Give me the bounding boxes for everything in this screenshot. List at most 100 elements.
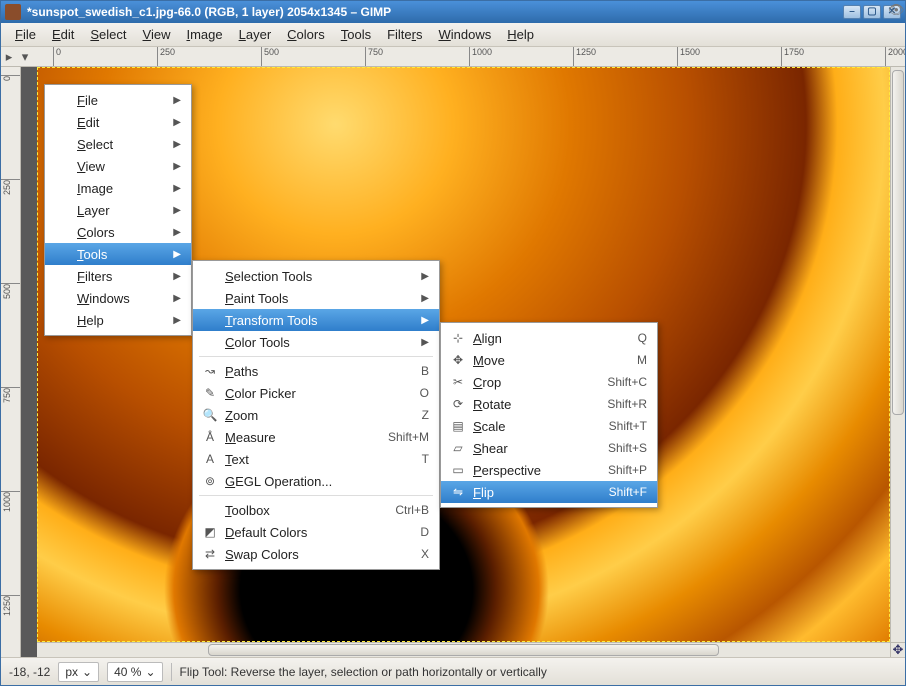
- scrollbar-horizontal[interactable]: [37, 642, 890, 657]
- chevron-right-icon: ▶: [421, 293, 429, 304]
- chevron-down-icon: ⌄: [82, 665, 92, 679]
- menu-item-move[interactable]: ✥MoveM: [441, 349, 657, 371]
- menu-item-image[interactable]: Image▶: [45, 177, 191, 199]
- chevron-right-icon: ▶: [173, 183, 181, 194]
- scroll-thumb-v[interactable]: [892, 70, 904, 415]
- context-menu-main: File▶Edit▶Select▶View▶Image▶Layer▶Colors…: [44, 84, 192, 336]
- menubar: File Edit Select View Image Layer Colors…: [1, 23, 905, 47]
- menu-view[interactable]: View: [135, 25, 179, 44]
- separator: [171, 663, 172, 681]
- zoom-icon: 🔍: [201, 408, 219, 422]
- chevron-right-icon: ▶: [421, 337, 429, 348]
- menu-filters[interactable]: Filters: [379, 25, 430, 44]
- menu-item-align[interactable]: ⊹AlignQ: [441, 327, 657, 349]
- menu-item-layer[interactable]: Layer▶: [45, 199, 191, 221]
- menu-item-zoom[interactable]: 🔍ZoomZ: [193, 404, 439, 426]
- menu-item-scale[interactable]: ▤ScaleShift+T: [441, 415, 657, 437]
- eye-icon[interactable]: 👁: [888, 2, 904, 16]
- menu-item-file[interactable]: File▶: [45, 89, 191, 111]
- crop-icon: ✂: [449, 375, 467, 389]
- maximize-button[interactable]: ▢: [863, 5, 881, 19]
- menu-item-help[interactable]: Help▶: [45, 309, 191, 331]
- gegl-operation--icon: ⊚: [201, 474, 219, 488]
- menu-item-colors[interactable]: Colors▶: [45, 221, 191, 243]
- menu-windows[interactable]: Windows: [431, 25, 500, 44]
- menu-tools[interactable]: Tools: [333, 25, 379, 44]
- chevron-right-icon: ▶: [421, 315, 429, 326]
- menu-item-crop[interactable]: ✂CropShift+C: [441, 371, 657, 393]
- menu-item-toolbox[interactable]: ToolboxCtrl+B: [193, 499, 439, 521]
- text-icon: A: [201, 452, 219, 466]
- menu-select[interactable]: Select: [82, 25, 134, 44]
- default-colors-icon: ◩: [201, 525, 219, 539]
- quickmask-icon[interactable]: ▸: [1, 47, 17, 66]
- menu-help[interactable]: Help: [499, 25, 542, 44]
- menu-item-edit[interactable]: Edit▶: [45, 111, 191, 133]
- menu-item-tools[interactable]: Tools▶: [45, 243, 191, 265]
- zoom-selector[interactable]: 40 %⌄: [107, 662, 162, 682]
- unit-selector[interactable]: px⌄: [58, 662, 99, 682]
- scale-icon: ▤: [449, 419, 467, 433]
- menu-item-windows[interactable]: Windows▶: [45, 287, 191, 309]
- scrollbar-vertical[interactable]: [890, 67, 905, 642]
- chevron-right-icon: ▶: [173, 293, 181, 304]
- menu-item-color-tools[interactable]: Color Tools▶: [193, 331, 439, 353]
- ruler-horizontal[interactable]: 025050075010001250150017502000: [33, 47, 905, 66]
- menu-item-gegl-operation-[interactable]: ⊚GEGL Operation...: [193, 470, 439, 492]
- context-menu-tools: Selection Tools▶Paint Tools▶Transform To…: [192, 260, 440, 570]
- chevron-right-icon: ▶: [173, 161, 181, 172]
- menu-item-measure[interactable]: ÅMeasureShift+M: [193, 426, 439, 448]
- chevron-right-icon: ▶: [421, 271, 429, 282]
- status-hint: Flip Tool: Reverse the layer, selection …: [180, 665, 547, 679]
- menu-item-perspective[interactable]: ▭PerspectiveShift+P: [441, 459, 657, 481]
- menu-item-swap-colors[interactable]: ⇄Swap ColorsX: [193, 543, 439, 565]
- menu-item-shear[interactable]: ▱ShearShift+S: [441, 437, 657, 459]
- titlebar[interactable]: *sunspot_swedish_c1.jpg-66.0 (RGB, 1 lay…: [1, 1, 905, 23]
- minimize-button[interactable]: –: [843, 5, 861, 19]
- chevron-right-icon: ▶: [173, 95, 181, 106]
- menu-file[interactable]: File: [7, 25, 44, 44]
- ruler-corner[interactable]: ▸ ▾: [1, 47, 33, 66]
- chevron-right-icon: ▶: [173, 271, 181, 282]
- menu-edit[interactable]: Edit: [44, 25, 82, 44]
- window-title: *sunspot_swedish_c1.jpg-66.0 (RGB, 1 lay…: [27, 5, 391, 19]
- menu-item-color-picker[interactable]: ✎Color PickerO: [193, 382, 439, 404]
- swap-colors-icon: ⇄: [201, 547, 219, 561]
- menu-colors[interactable]: Colors: [279, 25, 333, 44]
- menu-item-select[interactable]: Select▶: [45, 133, 191, 155]
- shear-icon: ▱: [449, 441, 467, 455]
- chevron-right-icon: ▶: [173, 249, 181, 260]
- menu-item-transform-tools[interactable]: Transform Tools▶: [193, 309, 439, 331]
- menu-item-view[interactable]: View▶: [45, 155, 191, 177]
- menu-item-text[interactable]: ATextT: [193, 448, 439, 470]
- chevron-right-icon: ▶: [173, 139, 181, 150]
- paths-icon: ↝: [201, 364, 219, 378]
- rotate-icon: ⟳: [449, 397, 467, 411]
- flip-icon: ⇋: [449, 485, 467, 499]
- chevron-right-icon: ▶: [173, 227, 181, 238]
- menu-image[interactable]: Image: [178, 25, 230, 44]
- move-icon: ✥: [449, 353, 467, 367]
- menu-dropdown-icon[interactable]: ▾: [17, 47, 33, 66]
- context-menu-transform: ⊹AlignQ✥MoveM✂CropShift+C⟳RotateShift+R▤…: [440, 322, 658, 508]
- chevron-right-icon: ▶: [173, 315, 181, 326]
- app-icon: [5, 4, 21, 20]
- status-coords: -18, -12: [9, 665, 50, 679]
- statusbar: -18, -12 px⌄ 40 %⌄ Flip Tool: Reverse th…: [1, 657, 905, 685]
- measure-icon: Å: [201, 430, 219, 444]
- ruler-top-row: ▸ ▾ 025050075010001250150017502000 👁: [1, 47, 905, 67]
- chevron-right-icon: ▶: [173, 205, 181, 216]
- color-picker-icon: ✎: [201, 386, 219, 400]
- ruler-vertical[interactable]: 025050075010001250: [1, 67, 21, 657]
- menu-item-rotate[interactable]: ⟳RotateShift+R: [441, 393, 657, 415]
- menu-item-flip[interactable]: ⇋FlipShift+F: [441, 481, 657, 503]
- menu-item-paint-tools[interactable]: Paint Tools▶: [193, 287, 439, 309]
- menu-layer[interactable]: Layer: [231, 25, 280, 44]
- scroll-thumb-h[interactable]: [208, 644, 720, 656]
- menu-item-filters[interactable]: Filters▶: [45, 265, 191, 287]
- perspective-icon: ▭: [449, 463, 467, 477]
- nav-icon[interactable]: ✥: [890, 642, 905, 657]
- menu-item-selection-tools[interactable]: Selection Tools▶: [193, 265, 439, 287]
- menu-item-default-colors[interactable]: ◩Default ColorsD: [193, 521, 439, 543]
- menu-item-paths[interactable]: ↝PathsB: [193, 360, 439, 382]
